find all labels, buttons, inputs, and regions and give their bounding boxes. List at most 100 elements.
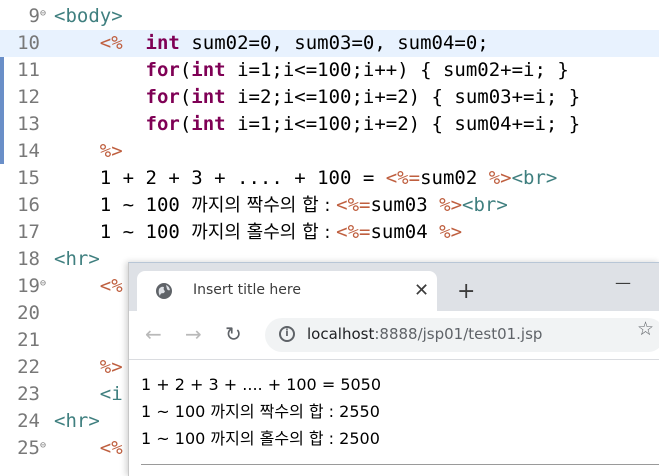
line-number: 19 bbox=[17, 275, 40, 297]
browser-tab[interactable]: Insert title here ✕ bbox=[137, 271, 437, 311]
output-line-1: 1 + 2 + 3 + .... + 100 = 5050 bbox=[141, 375, 382, 394]
code-line[interactable]: 10 <% int sum02=0, sum03=0, sum04=0; bbox=[0, 30, 659, 57]
code-token: 1 ~ 100 bbox=[54, 221, 192, 243]
code-text: <hr> bbox=[54, 246, 100, 273]
line-number: 14 bbox=[17, 140, 40, 162]
address-bar[interactable]: i localhost:8888/jsp01/test01.jsp bbox=[265, 318, 659, 352]
code-token: 1 ~ 100 bbox=[54, 194, 192, 216]
code-token: 까지의 홀수의 합 : bbox=[191, 222, 337, 243]
url-host: localhost bbox=[307, 325, 375, 343]
close-icon[interactable]: ✕ bbox=[414, 280, 429, 301]
line-number: 25 bbox=[17, 437, 40, 459]
code-text: 1 ~ 100 까지의 짝수의 합 : <%=sum03 %><br> bbox=[54, 192, 508, 219]
fold-toggle-icon[interactable]: ⊖ bbox=[40, 270, 46, 297]
arrow-forward-icon[interactable]: → bbox=[185, 323, 202, 345]
code-token: %> bbox=[99, 356, 123, 378]
fold-toggle-icon[interactable]: ⊖ bbox=[40, 0, 46, 27]
code-token: <br> bbox=[462, 194, 508, 216]
line-number: 9 bbox=[28, 5, 40, 27]
browser-window[interactable]: Insert title here ✕ + — ← → ↻ i localhos… bbox=[128, 262, 659, 476]
code-text: 1 ~ 100 까지의 홀수의 합 : <%=sum04 %> bbox=[54, 219, 462, 246]
arrow-back-icon[interactable]: ← bbox=[145, 323, 162, 345]
url-path: :8888/jsp01/test01.jsp bbox=[374, 325, 543, 343]
line-number: 22 bbox=[17, 356, 40, 378]
line-number: 10 bbox=[17, 32, 40, 54]
code-line[interactable]: 17 1 ~ 100 까지의 홀수의 합 : <%=sum04 %> bbox=[0, 219, 659, 246]
code-token: ( bbox=[179, 86, 192, 108]
code-token: <%= bbox=[336, 221, 371, 243]
code-text: %> bbox=[54, 354, 123, 381]
code-token: <body> bbox=[54, 5, 123, 27]
code-text: <i bbox=[54, 381, 123, 408]
line-number: 13 bbox=[17, 113, 40, 135]
bookmark-star-icon[interactable]: ☆ bbox=[637, 318, 654, 340]
output-line-3: 1 ~ 100 까지의 홀수의 합 : 2500 bbox=[141, 429, 380, 448]
code-token: sum04 bbox=[370, 221, 440, 243]
code-token: <br> bbox=[511, 167, 558, 189]
output-line-2: 1 ~ 100 까지의 짝수의 합 : 2550 bbox=[141, 402, 380, 421]
code-token: <%= bbox=[385, 167, 421, 189]
code-text: %> bbox=[54, 138, 123, 165]
reload-icon[interactable]: ↻ bbox=[225, 323, 242, 345]
code-token: <% bbox=[99, 275, 123, 297]
fold-toggle-icon[interactable]: ⊖ bbox=[40, 432, 46, 459]
code-line[interactable]: 15 1 + 2 + 3 + .... + 100 = <%=sum02 %><… bbox=[0, 165, 659, 192]
code-token: 까지의 짝수의 합 : bbox=[191, 195, 337, 216]
code-token: sum02=0, sum03=0, sum04=0; bbox=[179, 32, 489, 54]
code-token: <hr> bbox=[54, 248, 100, 270]
code-text: for(int i=1;i<=100;i++) { sum02+=i; } bbox=[54, 57, 569, 84]
code-line[interactable]: 16 1 ~ 100 까지의 짝수의 합 : <%=sum03 %><br> bbox=[0, 192, 659, 219]
code-line[interactable]: 14 %> bbox=[0, 138, 659, 165]
code-token: i=1;i<=100;i+=2) { sum04+=i; } bbox=[225, 113, 581, 135]
code-token: i=2;i<=100;i+=2) { sum03+=i; } bbox=[225, 86, 581, 108]
code-token: ( bbox=[179, 113, 192, 135]
info-icon[interactable]: i bbox=[279, 326, 295, 342]
line-number: 20 bbox=[17, 302, 40, 324]
code-token: <% bbox=[99, 32, 123, 54]
code-text: <% bbox=[54, 273, 123, 300]
code-token: for bbox=[145, 59, 180, 81]
code-text: <% bbox=[54, 435, 123, 462]
code-token: sum02 bbox=[420, 167, 489, 189]
code-token: int bbox=[191, 86, 226, 108]
code-token: %> bbox=[99, 140, 123, 162]
line-number: 12 bbox=[17, 86, 40, 108]
minimize-button[interactable]: — bbox=[615, 273, 631, 292]
code-token: sum03 bbox=[370, 194, 440, 216]
line-number: 23 bbox=[17, 383, 40, 405]
horizontal-rule bbox=[141, 464, 659, 465]
code-token: <%= bbox=[336, 194, 371, 216]
code-line[interactable]: 9 ⊖ <body> bbox=[0, 3, 659, 30]
code-line[interactable]: 11 for(int i=1;i<=100;i++) { sum02+=i; } bbox=[0, 57, 659, 84]
line-number: 17 bbox=[17, 221, 40, 243]
line-number: 16 bbox=[17, 194, 40, 216]
code-token: i=1;i<=100;i++) { sum02+=i; } bbox=[225, 59, 569, 81]
globe-icon bbox=[156, 283, 172, 299]
line-number: 15 bbox=[17, 167, 40, 189]
code-text: for(int i=2;i<=100;i+=2) { sum03+=i; } bbox=[54, 84, 581, 111]
code-token: 1 + 2 + 3 + .... + 100 = bbox=[54, 167, 386, 189]
code-token: %> bbox=[488, 167, 512, 189]
url-text[interactable]: localhost:8888/jsp01/test01.jsp bbox=[307, 325, 542, 343]
new-tab-button[interactable]: + bbox=[457, 281, 475, 303]
code-text: <hr> bbox=[54, 408, 100, 435]
code-line[interactable]: 13 for(int i=1;i<=100;i+=2) { sum04+=i; … bbox=[0, 111, 659, 138]
code-text: <% int sum02=0, sum03=0, sum04=0; bbox=[54, 30, 489, 57]
code-text: 1 + 2 + 3 + .... + 100 = <%=sum02 %><br> bbox=[54, 165, 558, 192]
code-token: <% bbox=[99, 437, 123, 459]
line-number: 21 bbox=[17, 329, 40, 351]
code-token: int bbox=[145, 32, 180, 54]
line-number: 18 bbox=[17, 248, 40, 270]
code-line[interactable]: 12 for(int i=2;i<=100;i+=2) { sum03+=i; … bbox=[0, 84, 659, 111]
code-token: ( bbox=[179, 59, 192, 81]
